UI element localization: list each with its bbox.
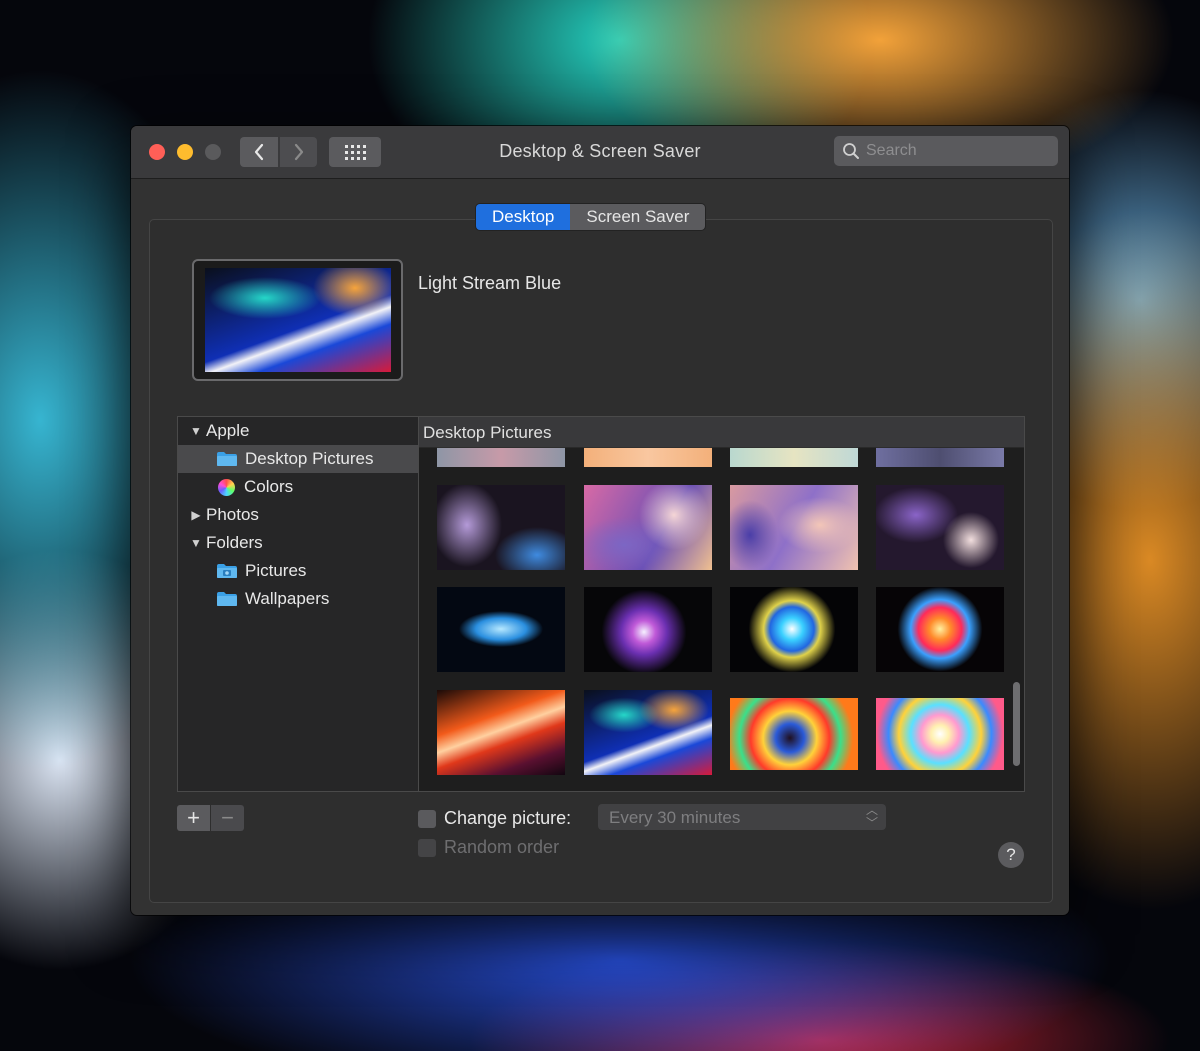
thumbnail[interactable]: [876, 447, 1004, 467]
sidebar-item-apple[interactable]: ▼ Apple: [178, 417, 419, 445]
sidebar-item-label: Pictures: [245, 561, 307, 580]
sidebar-item-label: Colors: [244, 477, 294, 496]
search-placeholder: Search: [866, 142, 917, 159]
tab-screen-saver[interactable]: Screen Saver: [570, 204, 706, 230]
thumbnail[interactable]: [437, 690, 565, 775]
thumbnail[interactable]: [730, 485, 858, 570]
change-picture-checkbox[interactable]: [418, 809, 436, 828]
tab-control: Desktop Screen Saver: [476, 204, 706, 230]
change-picture-label: Change picture:: [444, 808, 572, 828]
sidebar-item-photos[interactable]: ▶ Photos: [178, 501, 419, 529]
sidebar-item-wallpapers[interactable]: Wallpapers: [178, 585, 419, 613]
sidebar-item-label: Apple: [206, 421, 250, 440]
thumbnail[interactable]: [876, 698, 1004, 770]
folder-icon: [217, 452, 237, 466]
search-field[interactable]: Search: [834, 136, 1058, 166]
thumbnail[interactable]: [876, 485, 1004, 570]
grid-header: Desktop Pictures: [419, 417, 1024, 448]
thumbnail[interactable]: [730, 587, 858, 672]
current-picture-name: Light Stream Blue: [418, 273, 562, 293]
tab-content-panel: Light Stream Blue ▼ Apple Desktop Pictur…: [149, 219, 1053, 903]
source-list: ▼ Apple Desktop Pictures Colors ▶ Photos…: [177, 416, 419, 792]
thumbnail[interactable]: [730, 447, 858, 467]
thumbnail[interactable]: [584, 447, 712, 467]
disclosure-right-icon[interactable]: ▶: [188, 508, 204, 522]
thumbnail[interactable]: [730, 698, 858, 770]
sidebar-item-pictures[interactable]: Pictures: [178, 557, 419, 585]
color-wheel-icon: [218, 478, 235, 496]
sidebar-item-label: Desktop Pictures: [245, 449, 374, 468]
help-button[interactable]: ?: [998, 842, 1024, 868]
sidebar-item-desktop-pictures[interactable]: Desktop Pictures: [178, 445, 419, 473]
thumbnail[interactable]: [437, 485, 565, 570]
add-folder-button[interactable]: +: [177, 805, 210, 831]
change-picture-row: Change picture:: [418, 808, 571, 829]
sidebar-item-label: Wallpapers: [245, 589, 330, 608]
random-order-row: Random order: [418, 837, 559, 858]
thumbnail[interactable]: [876, 587, 1004, 672]
random-order-checkbox[interactable]: [418, 838, 436, 857]
grid-scrollbar[interactable]: [1013, 682, 1020, 766]
disclosure-down-icon[interactable]: ▼: [188, 536, 204, 550]
sidebar-item-label: Photos: [206, 505, 259, 524]
pictures-folder-icon: [217, 564, 237, 578]
thumbnail[interactable]: [437, 587, 565, 672]
remove-folder-button[interactable]: −: [211, 805, 244, 831]
thumbnail[interactable]: [584, 485, 712, 570]
preferences-window: Desktop & Screen Saver Search Desktop Sc…: [131, 126, 1069, 915]
sidebar-item-folders[interactable]: ▼ Folders: [178, 529, 419, 557]
thumbnail[interactable]: [584, 587, 712, 672]
thumbnail[interactable]: [584, 690, 712, 775]
change-interval-popup[interactable]: Every 30 minutes ︿ ﹀: [598, 804, 886, 830]
thumbnail[interactable]: [437, 447, 565, 467]
tab-desktop[interactable]: Desktop: [476, 204, 571, 230]
picture-grid: Desktop Pictures: [418, 416, 1025, 792]
current-picture-preview: [192, 259, 403, 381]
sidebar-item-colors[interactable]: Colors: [178, 473, 419, 501]
change-interval-value: Every 30 minutes: [609, 808, 741, 827]
sidebar-item-label: Folders: [206, 533, 263, 552]
search-icon: [843, 143, 859, 159]
folder-icon: [217, 592, 237, 606]
titlebar: Desktop & Screen Saver Search: [131, 126, 1069, 179]
random-order-label: Random order: [444, 837, 560, 857]
disclosure-down-icon[interactable]: ▼: [188, 424, 204, 438]
chevron-updown-icon: ︿ ﹀: [865, 803, 878, 830]
preview-image: [204, 268, 391, 372]
add-remove-control: + −: [177, 805, 244, 831]
